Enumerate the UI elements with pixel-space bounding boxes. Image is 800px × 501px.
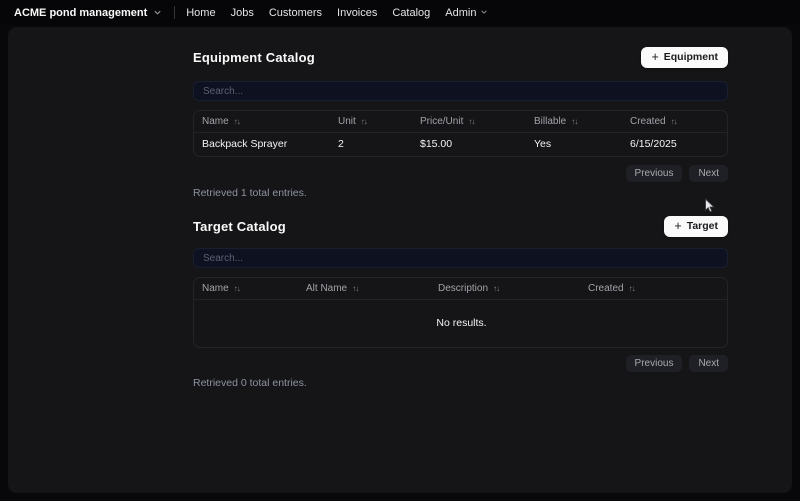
- equipment-section-header: Equipment Catalog Equipment: [193, 46, 728, 68]
- cell-unit: 2: [338, 138, 344, 151]
- cell-name: Backpack Sprayer: [202, 138, 288, 151]
- equipment-table: Name Unit Price/Unit Billable Created Ba…: [193, 110, 728, 157]
- target-summary-text: Retrieved 0 total entries.: [193, 377, 307, 389]
- target-table-empty-row: No results.: [194, 299, 727, 347]
- plus-icon: [651, 51, 658, 64]
- target-previous-button[interactable]: Previous: [625, 355, 683, 372]
- equipment-catalog-title: Equipment Catalog: [193, 49, 315, 65]
- equipment-table-row: Backpack Sprayer 2 $15.00 Yes 6/15/2025: [194, 132, 727, 156]
- cell-created: 6/15/2025: [630, 138, 677, 151]
- sort-icon: [361, 117, 367, 126]
- equipment-pagination: Previous Next: [193, 165, 728, 182]
- nav-divider: [174, 6, 176, 19]
- chevron-down-icon: [153, 8, 162, 17]
- equipment-col-price-unit[interactable]: Price/Unit: [412, 111, 526, 133]
- plus-icon: [674, 220, 681, 233]
- equipment-summary-text: Retrieved 1 total entries.: [193, 187, 307, 199]
- top-nav: ACME pond management Home Jobs Customers…: [0, 0, 800, 25]
- nav-item-invoices[interactable]: Invoices: [337, 7, 377, 19]
- content-container: Equipment Catalog Equipment Name Unit Pr…: [193, 27, 728, 389]
- equipment-catalog-section: Equipment Catalog Equipment Name Unit Pr…: [193, 46, 728, 199]
- add-equipment-label: Equipment: [663, 51, 718, 63]
- nav-item-customers[interactable]: Customers: [269, 7, 322, 19]
- sort-icon: [571, 117, 577, 126]
- sort-icon: [493, 284, 499, 293]
- target-col-description[interactable]: Description: [430, 278, 580, 300]
- target-catalog-title: Target Catalog: [193, 218, 286, 234]
- target-col-created[interactable]: Created: [580, 278, 727, 300]
- nav-item-admin[interactable]: Admin: [445, 7, 489, 19]
- equipment-col-name[interactable]: Name: [194, 111, 330, 133]
- nav-links: Home Jobs Customers Invoices Catalog Adm…: [186, 7, 489, 19]
- sort-icon: [352, 284, 358, 293]
- add-target-label: Target: [686, 220, 718, 232]
- equipment-next-button[interactable]: Next: [689, 165, 728, 182]
- add-equipment-button[interactable]: Equipment: [641, 46, 728, 68]
- nav-item-catalog[interactable]: Catalog: [392, 7, 430, 19]
- main-content-card: Equipment Catalog Equipment Name Unit Pr…: [8, 27, 792, 493]
- equipment-col-unit[interactable]: Unit: [330, 111, 412, 133]
- cell-billable: Yes: [534, 138, 552, 151]
- sort-icon: [234, 284, 240, 293]
- equipment-previous-button[interactable]: Previous: [625, 165, 683, 182]
- nav-item-jobs[interactable]: Jobs: [231, 7, 254, 19]
- cell-price-unit: $15.00: [420, 138, 453, 151]
- add-target-button[interactable]: Target: [664, 215, 728, 237]
- sort-icon: [629, 284, 635, 293]
- equipment-table-header-row: Name Unit Price/Unit Billable Created: [194, 111, 727, 133]
- target-search-input[interactable]: [193, 248, 728, 268]
- equipment-col-billable[interactable]: Billable: [526, 111, 622, 133]
- equipment-search-input[interactable]: [193, 81, 728, 101]
- target-table-header-row: Name Alt Name Description Created: [194, 278, 727, 300]
- sort-icon: [671, 117, 677, 126]
- chevron-down-icon: [480, 8, 489, 17]
- target-catalog-section: Target Catalog Target Name Alt Name Desc…: [193, 215, 728, 389]
- org-switcher[interactable]: ACME pond management: [14, 7, 162, 19]
- target-table: Name Alt Name Description Created No res…: [193, 277, 728, 348]
- target-section-header: Target Catalog Target: [193, 215, 728, 237]
- nav-item-home[interactable]: Home: [186, 7, 215, 19]
- target-col-alt-name[interactable]: Alt Name: [298, 278, 430, 300]
- sort-icon: [234, 117, 240, 126]
- target-next-button[interactable]: Next: [689, 355, 728, 372]
- no-results-text: No results.: [436, 317, 487, 330]
- equipment-col-created[interactable]: Created: [622, 111, 727, 133]
- org-name: ACME pond management: [14, 6, 148, 19]
- sort-icon: [468, 117, 474, 126]
- target-col-name[interactable]: Name: [194, 278, 298, 300]
- target-pagination: Previous Next: [193, 355, 728, 372]
